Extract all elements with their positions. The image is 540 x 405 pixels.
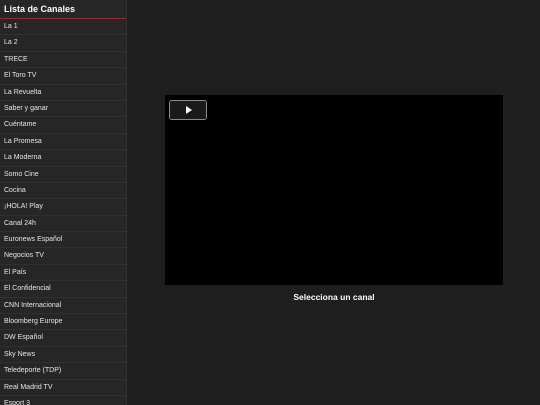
channel-item[interactable]: ¡HOLA! Play	[0, 199, 126, 216]
channel-item[interactable]: El Toro TV	[0, 68, 126, 85]
channel-item[interactable]: Real Madrid TV	[0, 380, 126, 396]
channel-item[interactable]: La Promesa	[0, 134, 126, 151]
channel-item[interactable]: Cocina	[0, 183, 126, 200]
play-button[interactable]	[169, 100, 207, 120]
channel-item[interactable]: Negocios TV	[0, 248, 126, 265]
channel-list: La 1 La 2 TRECE El Toro TV La Revuelta Saber …	[0, 19, 126, 405]
video-player[interactable]	[165, 95, 503, 285]
app: Lista de Canales La 1 La 2 TRECE El Toro TV…	[0, 0, 540, 405]
channel-item[interactable]: La 2	[0, 35, 126, 52]
channel-item[interactable]: Esport 3	[0, 396, 126, 405]
channel-item[interactable]: El País	[0, 265, 126, 282]
channel-item[interactable]: La Moderna	[0, 150, 126, 167]
channel-item[interactable]: CNN Internacional	[0, 298, 126, 315]
channel-sidebar: Lista de Canales La 1 La 2 TRECE El Toro TV…	[0, 0, 127, 405]
play-icon	[186, 106, 192, 114]
channel-item[interactable]: Sky News	[0, 347, 126, 364]
channel-item[interactable]: DW Español	[0, 330, 126, 347]
channel-item[interactable]: Bloomberg Europe	[0, 314, 126, 331]
channel-item[interactable]: La 1	[0, 19, 126, 36]
channel-item[interactable]: Saber y ganar	[0, 101, 126, 118]
sidebar-title: Lista de Canales	[0, 0, 126, 19]
channel-item[interactable]: El Confidencial	[0, 281, 126, 298]
channel-item[interactable]: La Revuelta	[0, 85, 126, 101]
channel-item[interactable]: Euronews Español	[0, 232, 126, 249]
channel-item[interactable]: Canal 24h	[0, 216, 126, 233]
channel-item[interactable]: Somo Cine	[0, 167, 126, 183]
channel-item[interactable]: Cuéntame	[0, 117, 126, 134]
channel-item[interactable]: TRECE	[0, 52, 126, 69]
now-playing-label: Selecciona un canal	[293, 292, 375, 302]
main-area: Selecciona un canal	[128, 0, 540, 405]
channel-item[interactable]: Teledeporte (TDP)	[0, 363, 126, 380]
